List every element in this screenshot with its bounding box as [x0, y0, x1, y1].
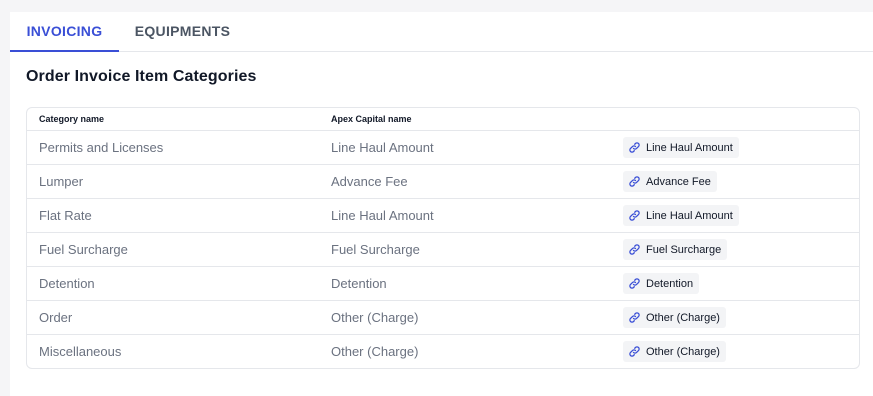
category-name-cell: Flat Rate [39, 208, 92, 223]
link-icon [628, 311, 646, 324]
table-row: Permits and Licenses Line Haul Amount Line… [27, 131, 859, 165]
table-row: Miscellaneous Other (Charge) Other (Charge… [27, 335, 859, 369]
link-icon [628, 277, 646, 290]
category-name-cell: Permits and Licenses [39, 140, 164, 155]
apex-capital-name-cell: Detention [331, 276, 387, 291]
category-name-cell: Fuel Surcharge [39, 242, 128, 257]
mapping-link-chip[interactable]: Fuel Surcharge [623, 239, 728, 260]
category-name-cell: Order [39, 310, 73, 325]
category-name-cell: Lumper [39, 174, 84, 189]
tab-bar: INVOICING EQUIPMENTS [10, 12, 873, 52]
table-row: Lumper Advance Fee Advance Fee [27, 165, 859, 199]
apex-capital-name-cell: Other (Charge) [331, 344, 419, 359]
table-row: Order Other (Charge) Other (Charge) [27, 301, 859, 335]
link-icon [628, 243, 646, 256]
link-icon [628, 345, 646, 358]
apex-capital-name-cell: Line Haul Amount [331, 140, 434, 155]
mapping-link-chip[interactable]: Other (Charge) [623, 341, 726, 362]
apex-capital-name-cell: Fuel Surcharge [331, 242, 420, 257]
tab-equipments[interactable]: EQUIPMENTS [123, 12, 242, 52]
apex-capital-name-cell: Advance Fee [331, 174, 408, 189]
table-row: Flat Rate Line Haul Amount Line Haul Amoun… [27, 199, 859, 233]
link-icon [628, 175, 646, 188]
mapping-link-label: Fuel Surcharge [646, 243, 722, 256]
mapping-link-label: Other (Charge) [646, 311, 720, 324]
apex-capital-name-cell: Other (Charge) [331, 310, 419, 325]
mapping-link-chip[interactable]: Line Haul Amount [623, 137, 739, 158]
column-header-category: Category name [39, 114, 105, 124]
mapping-link-chip[interactable]: Other (Charge) [623, 307, 726, 328]
link-icon [628, 209, 646, 222]
mapping-link-label: Detention [646, 277, 694, 290]
column-header-apex: Apex Capital name [331, 114, 412, 124]
invoice-categories-table: Category name Apex Capital name Permits … [26, 107, 860, 369]
settings-panel: INVOICING EQUIPMENTS Order Invoice Item … [10, 12, 873, 396]
category-name-cell: Detention [39, 276, 95, 291]
table-row: Fuel Surcharge Fuel Surcharge Fuel Surchar… [27, 233, 859, 267]
category-name-cell: Miscellaneous [39, 344, 122, 359]
section-title: Order Invoice Item Categories [26, 68, 257, 85]
tab-invoicing[interactable]: INVOICING [10, 12, 119, 52]
mapping-link-chip[interactable]: Line Haul Amount [623, 205, 739, 226]
mapping-link-chip[interactable]: Detention [623, 273, 700, 294]
table-row: Detention Detention Detention [27, 267, 859, 301]
mapping-link-chip[interactable]: Advance Fee [623, 171, 717, 192]
mapping-link-label: Advance Fee [646, 175, 711, 188]
link-icon [628, 141, 646, 154]
mapping-link-label: Other (Charge) [646, 345, 720, 358]
table-header: Category name Apex Capital name [27, 108, 859, 131]
apex-capital-name-cell: Line Haul Amount [331, 208, 434, 223]
mapping-link-label: Line Haul Amount [646, 209, 733, 222]
mapping-link-label: Line Haul Amount [646, 141, 733, 154]
